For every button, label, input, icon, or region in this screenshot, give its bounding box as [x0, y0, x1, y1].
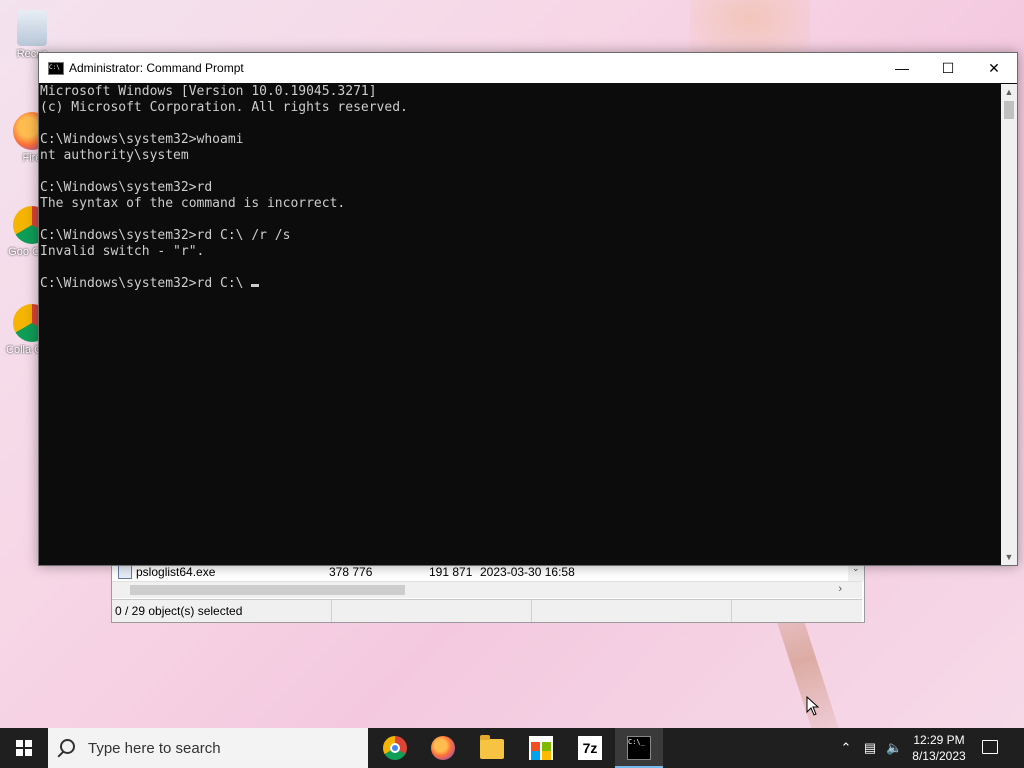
store-icon [529, 736, 553, 760]
recycle-bin-icon [17, 10, 47, 46]
close-button[interactable]: ✕ [971, 53, 1017, 83]
windows-logo-icon [16, 740, 32, 756]
clock-time: 12:29 PM [913, 733, 965, 747]
chrome-icon [383, 736, 407, 760]
maximize-button[interactable]: ☐ [925, 53, 971, 83]
command-prompt-window[interactable]: C:\ Administrator: Command Prompt — ☐ ✕ … [38, 52, 1018, 566]
console-line: nt authority\system [40, 148, 189, 163]
console-line: C:\Windows\system32>rd [40, 180, 213, 195]
taskbar-app-store[interactable] [517, 728, 565, 768]
list-horizontal-scrollbar[interactable]: › [112, 581, 862, 598]
search-icon [60, 739, 75, 754]
taskbar: Type here to search 7z C:\_ ⌃ ▤ 🔈 12:29 … [0, 728, 1024, 768]
selection-status: 0 / 29 object(s) selected [115, 604, 243, 618]
scroll-down-icon[interactable]: ▼ [1001, 549, 1017, 565]
console-input-line[interactable]: C:\Windows\system32>rd C:\ [40, 276, 251, 291]
scroll-up-icon[interactable]: ▲ [1001, 84, 1017, 100]
scrollbar-thumb[interactable] [130, 585, 405, 595]
wallpaper-highlight [690, 0, 810, 60]
folder-icon [480, 735, 504, 759]
mouse-pointer-icon [806, 696, 820, 716]
volume-icon[interactable]: 🔈 [886, 740, 902, 756]
start-button[interactable] [0, 728, 48, 768]
console-line: The syntax of the command is incorrect. [40, 196, 346, 211]
taskbar-app-chrome[interactable] [371, 728, 419, 768]
console-line: C:\Windows\system32>rd C:\ /r /s [40, 228, 291, 243]
minimize-button[interactable]: — [879, 53, 925, 83]
console-line: C:\Windows\system32>whoami [40, 132, 244, 147]
file-packed-size: 191 871 [429, 565, 473, 579]
taskbar-app-command-prompt[interactable]: C:\_ [615, 728, 663, 768]
taskbar-search-box[interactable]: Type here to search [48, 728, 368, 768]
taskbar-app-file-explorer[interactable] [468, 728, 516, 768]
chevron-right-icon[interactable]: › [838, 583, 842, 595]
exe-file-icon [118, 565, 132, 579]
status-bar: 0 / 29 object(s) selected [112, 599, 862, 622]
notification-center-icon[interactable] [982, 740, 998, 754]
text-cursor [251, 284, 260, 287]
console-line: Microsoft Windows [Version 10.0.19045.32… [40, 84, 377, 99]
window-titlebar[interactable]: C:\ Administrator: Command Prompt — ☐ ✕ [39, 53, 1017, 83]
file-size: 378 776 [329, 565, 373, 579]
console-output[interactable]: Microsoft Windows [Version 10.0.19045.32… [40, 84, 1000, 564]
search-placeholder: Type here to search [88, 740, 221, 757]
window-title: Administrator: Command Prompt [69, 61, 244, 75]
firefox-icon [431, 736, 455, 760]
taskbar-app-7zip[interactable]: 7z [566, 728, 614, 768]
scrollbar-thumb[interactable] [1004, 101, 1014, 119]
clock-date: 8/13/2023 [912, 749, 966, 763]
file-name: psloglist64.exe [136, 565, 216, 579]
background-file-manager-window[interactable]: psloglist64.exe 378 776 191 871 2023-03-… [111, 560, 865, 623]
show-hidden-icons-chevron-up-icon[interactable]: ⌃ [838, 740, 854, 756]
console-line: Invalid switch - "r". [40, 244, 205, 259]
taskbar-clock[interactable]: 12:29 PM 8/13/2023 [904, 732, 974, 764]
7zip-icon: 7z [578, 736, 602, 760]
network-icon[interactable]: ▤ [862, 740, 878, 756]
file-modified: 2023-03-30 16:58 [480, 565, 575, 579]
cmd-icon: C:\ [48, 62, 64, 75]
console-line: (c) Microsoft Corporation. All rights re… [40, 100, 408, 115]
cmd-icon: C:\_ [627, 736, 651, 760]
console-scrollbar[interactable]: ▲ ▼ [1001, 84, 1017, 565]
taskbar-app-firefox[interactable] [419, 728, 467, 768]
